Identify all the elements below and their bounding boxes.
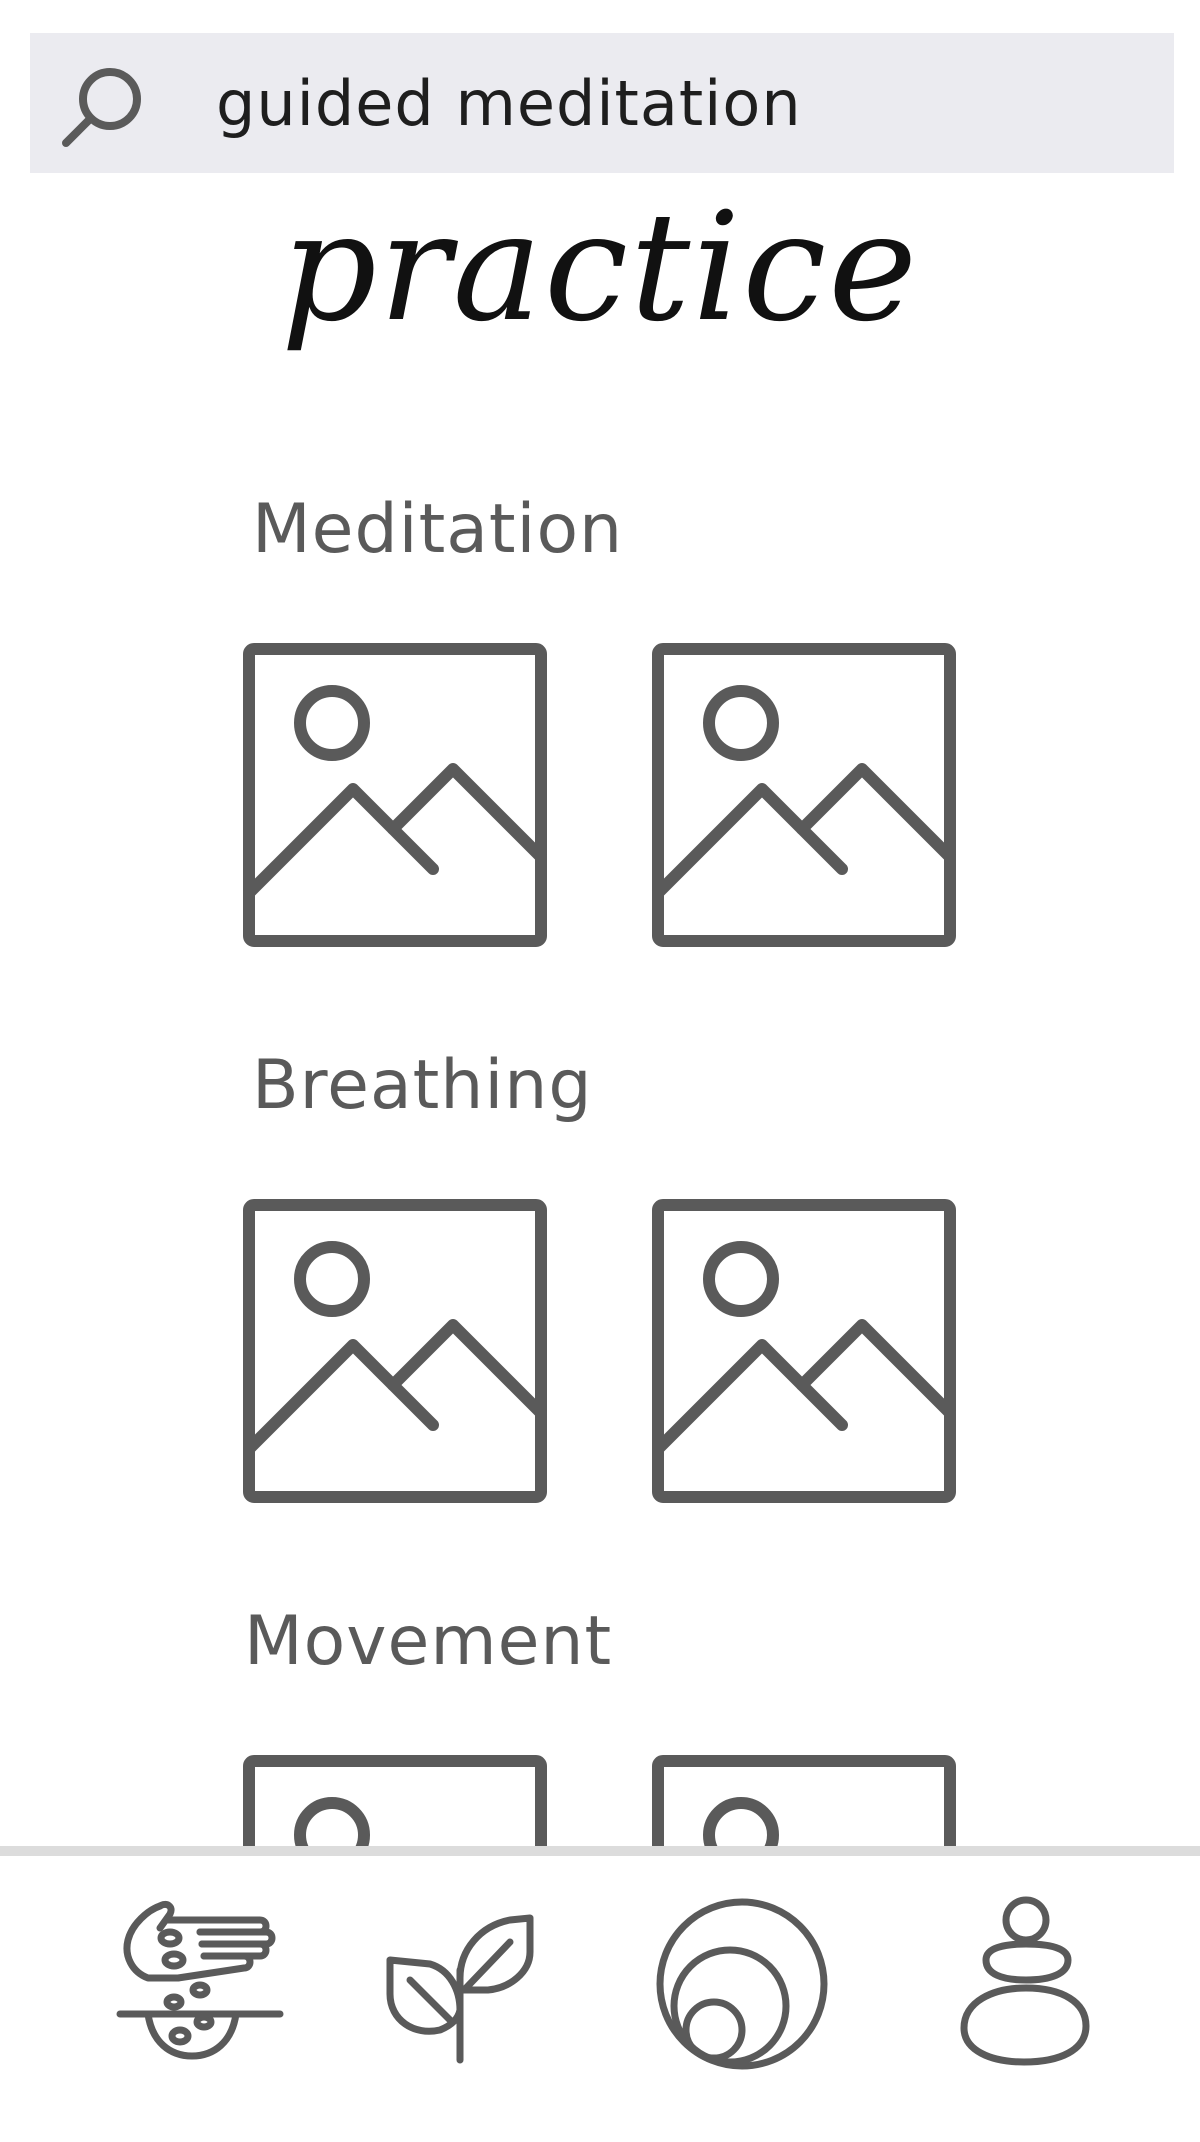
breathing-item-1[interactable]: [243, 1199, 547, 1503]
nav-item-circles[interactable]: [652, 1890, 832, 2080]
image-placeholder-icon: [243, 1199, 547, 1503]
meditation-item-2[interactable]: [652, 643, 956, 947]
image-placeholder-icon: [652, 643, 956, 947]
page-title: practice: [280, 181, 920, 355]
meditation-item-1[interactable]: [243, 643, 547, 947]
breathing-item-2[interactable]: [652, 1199, 956, 1503]
section-title-movement: Movement: [244, 1602, 613, 1681]
image-placeholder-icon: [243, 643, 547, 947]
section-title-meditation: Meditation: [252, 490, 624, 569]
hand-seeds-icon: [116, 1900, 284, 2060]
stacked-stones-icon: [960, 1896, 1090, 2066]
section-title-breathing: Breathing: [252, 1046, 593, 1125]
image-placeholder-icon: [652, 1199, 956, 1503]
bottom-navigation: [0, 1846, 1200, 2142]
nav-item-hand-seeds[interactable]: [108, 1890, 288, 2080]
nav-item-sprout[interactable]: [370, 1890, 550, 2080]
nav-item-stones[interactable]: [934, 1890, 1114, 2080]
search-input[interactable]: [202, 63, 1150, 143]
sprout-icon: [386, 1914, 534, 2064]
search-bar[interactable]: [30, 33, 1174, 173]
search-icon[interactable]: [56, 59, 156, 159]
concentric-circles-icon: [656, 1898, 828, 2070]
